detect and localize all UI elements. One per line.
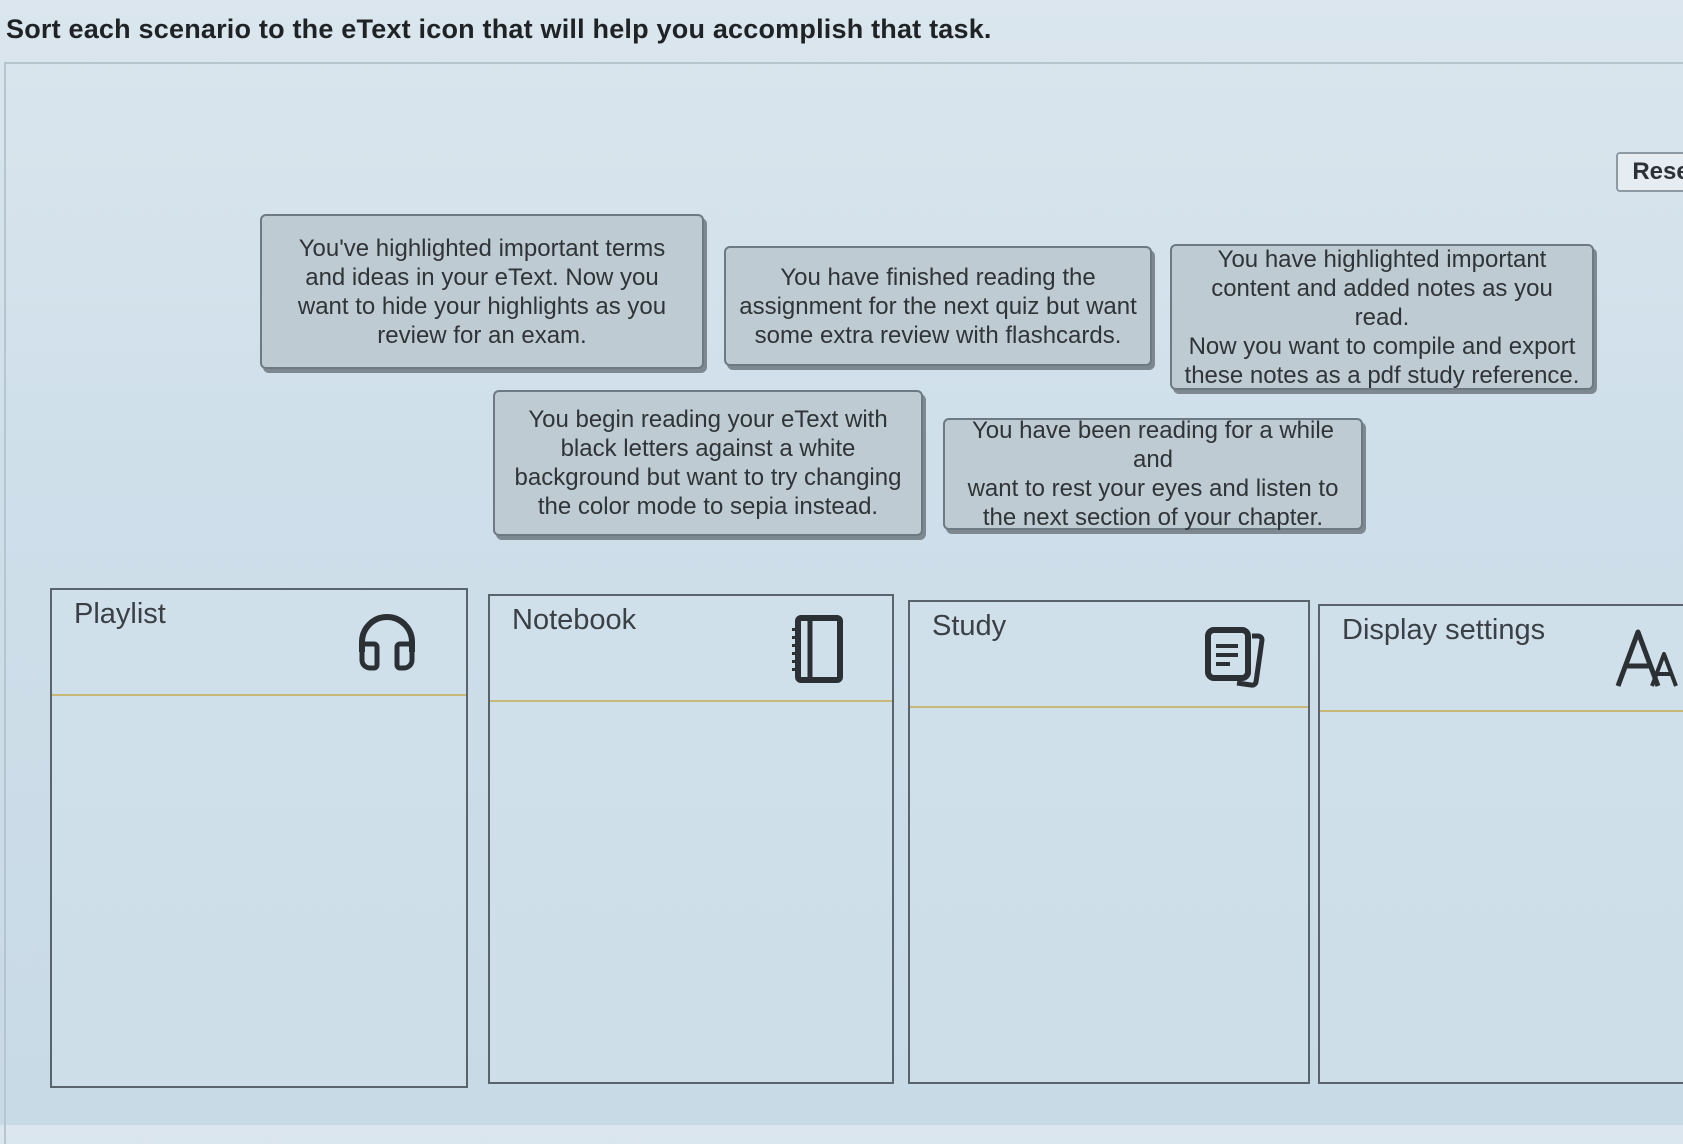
bin-header: Study [910, 602, 1308, 708]
scenario-card[interactable]: You begin reading your eText with black … [493, 390, 923, 536]
bin-drop-area[interactable] [1320, 712, 1683, 1082]
card-line: content and added notes as you read. [1211, 274, 1553, 331]
bin-drop-area[interactable] [52, 696, 466, 1086]
bin-header: Display settings [1320, 606, 1683, 712]
card-line: review for an exam. [377, 321, 587, 349]
card-line: want to hide your highlights as you [297, 292, 667, 320]
scenario-card[interactable]: You have highlighted important content a… [1170, 244, 1594, 390]
card-line: some extra review with flashcards. [754, 321, 1122, 349]
card-line: You have highlighted important [1217, 245, 1547, 273]
bin-header: Notebook [490, 596, 892, 702]
bin-title: Playlist [74, 598, 166, 630]
card-line: background but want to try changing [514, 464, 902, 491]
drop-zone-study[interactable]: Study [908, 600, 1310, 1084]
study-cards-icon [1200, 620, 1270, 690]
card-line: You have been reading for a while and [971, 417, 1335, 473]
drop-zone-playlist[interactable]: Playlist [50, 588, 468, 1088]
bin-title: Display settings [1342, 614, 1546, 646]
font-size-icon [1612, 624, 1683, 694]
scenario-card[interactable]: You have been reading for a while and wa… [943, 417, 1363, 531]
reset-button[interactable]: Rese [1616, 152, 1683, 192]
bin-drop-area[interactable] [910, 708, 1308, 1082]
card-line: want to rest your eyes and listen to [967, 475, 1339, 502]
card-line: You begin reading your eText with [528, 406, 888, 433]
bin-title: Study [932, 610, 1007, 642]
scenario-card[interactable]: You've highlighted important terms and i… [260, 214, 704, 369]
drop-zone-notebook[interactable]: Notebook [488, 594, 894, 1084]
card-line: and ideas in your eText. Now you [305, 263, 659, 291]
card-line: the next section of your chapter. [982, 504, 1324, 531]
card-line: Now you want to compile and export [1188, 332, 1576, 360]
card-line: You've highlighted important terms [298, 234, 666, 262]
card-line: the color mode to sepia instead. [537, 493, 879, 520]
bin-drop-area[interactable] [490, 702, 892, 1082]
bin-title: Notebook [512, 604, 637, 636]
notebook-icon [782, 614, 852, 684]
instruction-text: Sort each scenario to the eText icon tha… [6, 14, 992, 44]
card-line: You have finished reading the [780, 263, 1096, 291]
bin-header: Playlist [52, 590, 466, 696]
headphones-icon [352, 608, 422, 678]
card-line: assignment for the next quiz but want [739, 292, 1137, 320]
card-line: black letters against a white [560, 435, 856, 462]
drop-zone-display-settings[interactable]: Display settings [1318, 604, 1683, 1084]
scenario-card[interactable]: You have finished reading the assignment… [724, 246, 1152, 366]
card-line: these notes as a pdf study reference. [1184, 361, 1580, 389]
